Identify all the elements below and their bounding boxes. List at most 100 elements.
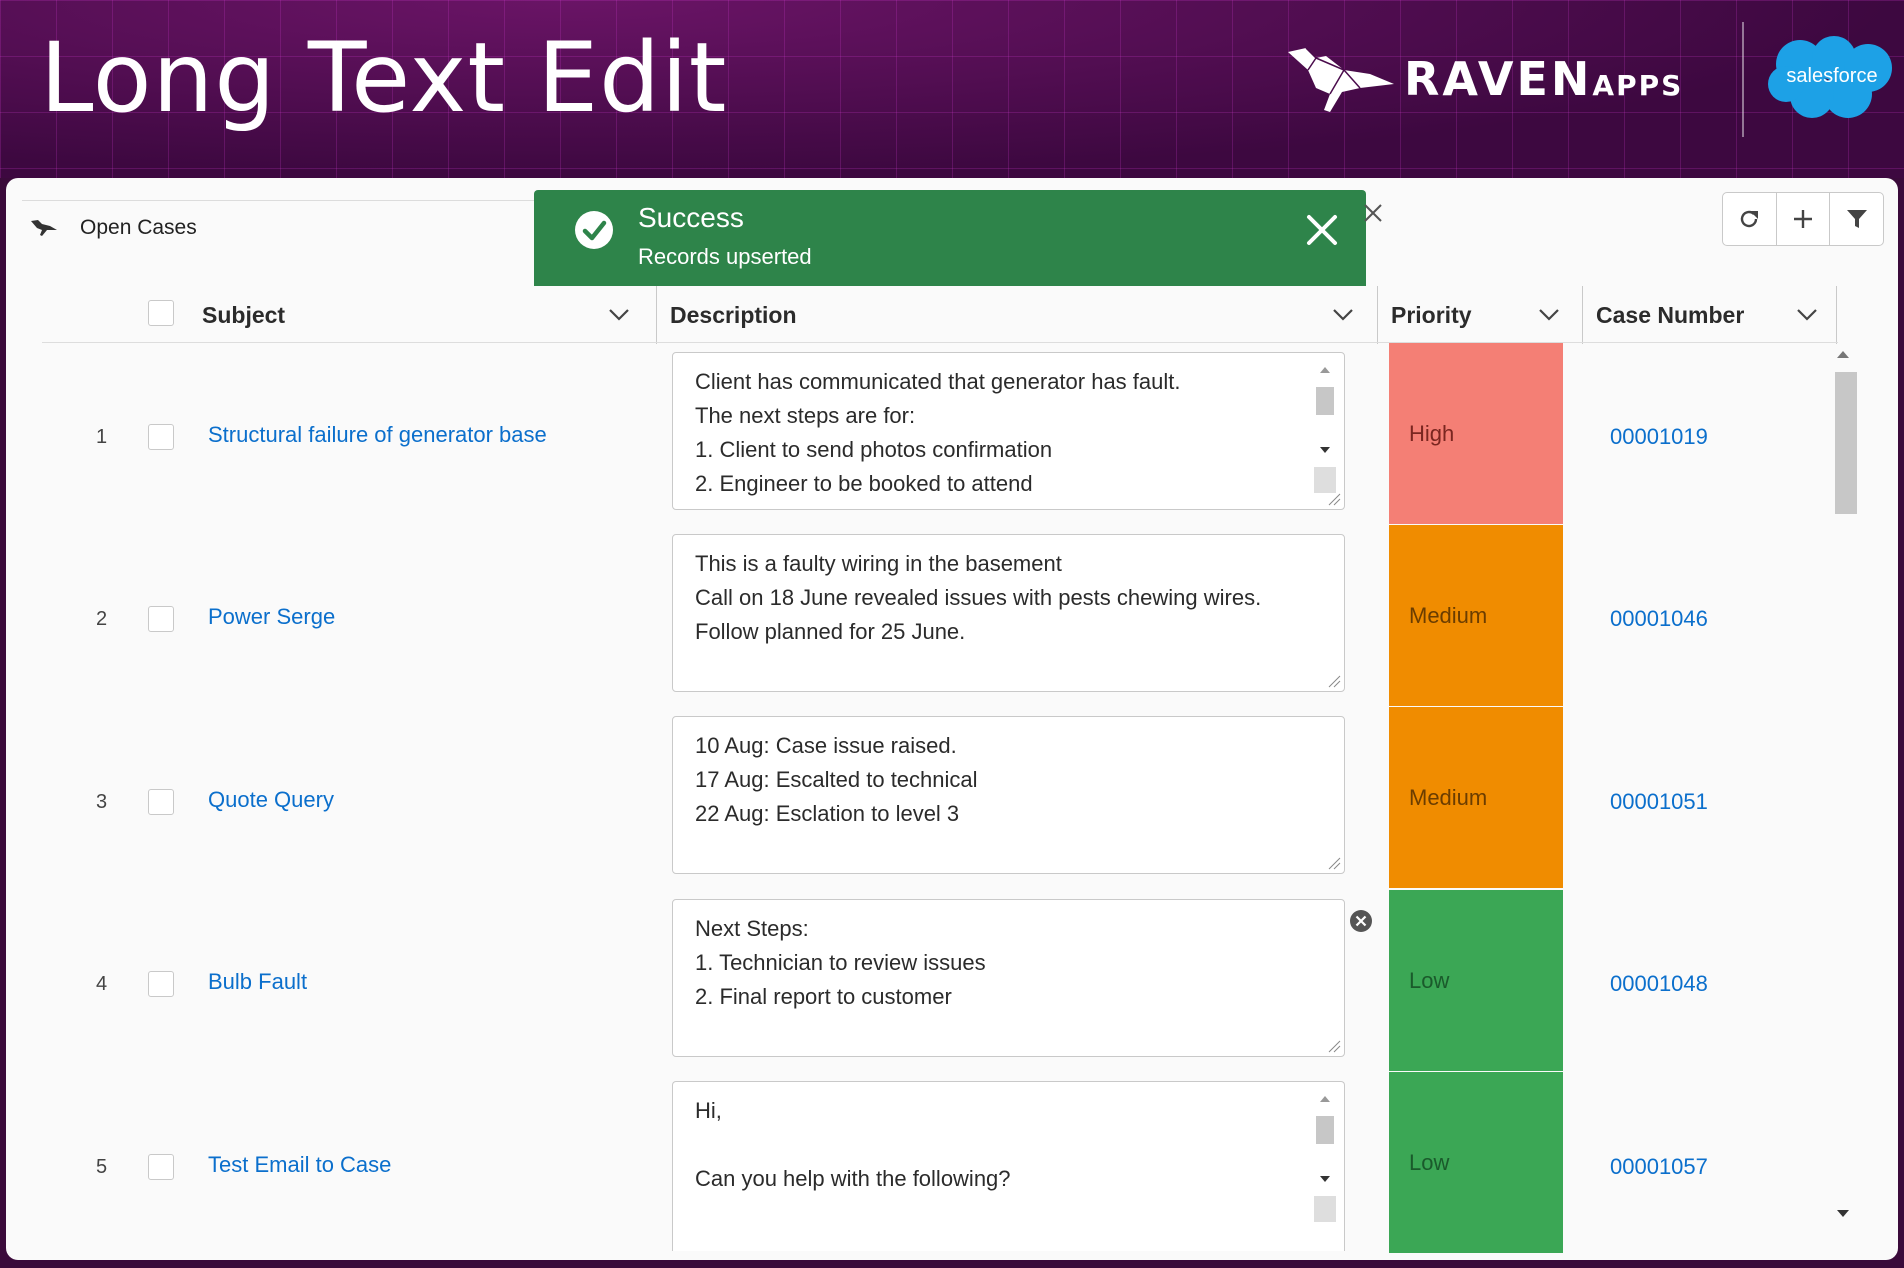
description-textarea[interactable]: Hi, Can you help with the following? — [672, 1081, 1345, 1251]
priority-chevron-down-icon[interactable] — [1538, 308, 1560, 322]
textarea-scrollbar[interactable] — [1314, 359, 1336, 505]
column-header-description[interactable]: Description — [670, 286, 797, 344]
row-number: 3 — [96, 791, 108, 813]
description-line: This is a faulty wiring in the basement — [695, 551, 1062, 576]
list-actions — [1722, 192, 1884, 246]
salesforce-label: salesforce — [1786, 65, 1877, 87]
case-number-link[interactable]: 00001019 — [1610, 424, 1708, 450]
column-header-case-number[interactable]: Case Number — [1596, 286, 1744, 344]
subject-link[interactable]: Structural failure of generator base — [208, 422, 547, 448]
description-textarea[interactable]: Client has communicated that generator h… — [672, 352, 1345, 510]
list-header: Open Cases — [30, 216, 197, 240]
row-number: 2 — [96, 608, 108, 630]
column-header-priority[interactable]: Priority — [1391, 286, 1472, 344]
filter-button[interactable] — [1830, 193, 1883, 245]
refresh-icon — [1741, 210, 1759, 228]
description-line: Can you help with the following? — [695, 1166, 1011, 1191]
subject-link[interactable]: Quote Query — [208, 787, 334, 813]
header-banner: Long Text Edit RAVENAPPS salesforce — [0, 0, 1904, 178]
description-line: 10 Aug: Case issue raised. — [695, 733, 957, 758]
description-line: 1. Client to send photos confirmation — [695, 437, 1053, 462]
case-number-link[interactable]: 00001051 — [1610, 789, 1708, 815]
textarea-scrollbar[interactable] — [1314, 1088, 1336, 1234]
column-header-subject[interactable]: Subject — [202, 286, 285, 344]
resize-handle-icon[interactable] — [1327, 674, 1341, 688]
raven-small-icon — [31, 220, 57, 236]
subject-chevron-down-icon[interactable] — [608, 308, 630, 322]
subject-link[interactable]: Test Email to Case — [208, 1152, 391, 1178]
case-number-link[interactable]: 00001057 — [1610, 1154, 1708, 1180]
subject-link[interactable]: Power Serge — [208, 604, 335, 630]
description-textarea[interactable]: Next Steps: 1. Technician to review issu… — [672, 899, 1345, 1057]
success-toast: Success Records upserted — [534, 190, 1366, 286]
resize-handle-icon[interactable] — [1327, 856, 1341, 870]
salesforce-cloud-logo: salesforce — [1768, 36, 1892, 118]
resize-handle-icon[interactable] — [1327, 492, 1341, 506]
description-line: Follow planned for 25 June. — [695, 619, 966, 644]
list-view-panel: Open Cases Success Records upserted Subj… — [6, 178, 1898, 1260]
row-number: 5 — [96, 1156, 108, 1178]
description-line: Call on 18 June revealed issues with pes… — [695, 585, 1262, 610]
dismiss-close-icon[interactable] — [1362, 202, 1384, 224]
success-check-icon — [575, 211, 613, 249]
case-number-link[interactable]: 00001048 — [1610, 971, 1708, 997]
list-title: Open Cases — [80, 216, 197, 239]
toast-title: Success — [638, 202, 744, 233]
priority-label: Low — [1409, 967, 1450, 993]
case-number-link[interactable]: 00001046 — [1610, 606, 1708, 632]
description-line: 22 Aug: Esclation to level 3 — [695, 801, 960, 826]
refresh-button[interactable] — [1723, 193, 1777, 245]
column-label-subject: Subject — [202, 301, 286, 328]
subject-link[interactable]: Bulb Fault — [208, 969, 307, 995]
table-scrollbar-thumb[interactable] — [1835, 372, 1857, 514]
description-line: 2. Engineer to be booked to attend — [695, 471, 1033, 496]
page-title: Long Text Edit — [40, 22, 728, 134]
priority-cell[interactable]: High — [1389, 343, 1563, 524]
description-line: 17 Aug: Escalted to technical — [695, 767, 978, 792]
priority-cell[interactable]: Low — [1389, 1072, 1563, 1253]
description-line: Next Steps: — [695, 916, 809, 941]
plus-icon — [1794, 210, 1812, 228]
row-number: 4 — [96, 973, 108, 995]
toast-close-icon[interactable] — [1304, 212, 1340, 248]
filter-icon — [1846, 210, 1867, 228]
column-divider — [1377, 286, 1378, 344]
priority-label: Medium — [1409, 784, 1488, 810]
toast-message: Records upserted — [638, 244, 812, 269]
description-line: Hi, — [695, 1098, 722, 1123]
description-line: The next steps are for: — [695, 403, 916, 428]
row-checkbox[interactable] — [148, 606, 174, 632]
description-line — [695, 1128, 1294, 1162]
brand-raven: RAVEN — [1404, 52, 1593, 106]
description-line: 2. Final report to customer — [695, 984, 952, 1009]
priority-cell[interactable]: Medium — [1389, 707, 1563, 888]
add-button[interactable] — [1777, 193, 1831, 245]
description-line: Client has communicated that generator h… — [695, 369, 1181, 394]
ravenapps-wordmark: RAVENAPPS — [1404, 52, 1683, 106]
row-checkbox[interactable] — [148, 1154, 174, 1180]
column-divider — [1836, 286, 1837, 344]
column-divider — [1582, 286, 1583, 344]
resize-handle-icon[interactable] — [1327, 1039, 1341, 1053]
panel-divider — [22, 200, 542, 201]
column-label-description: Description — [670, 301, 797, 328]
row-checkbox[interactable] — [148, 971, 174, 997]
case-number-chevron-down-icon[interactable] — [1796, 308, 1818, 322]
priority-cell[interactable]: Low — [1389, 890, 1563, 1071]
description-line: 1. Technician to review issues — [695, 950, 986, 975]
row-checkbox[interactable] — [148, 424, 174, 450]
clear-field-icon[interactable] — [1348, 908, 1374, 934]
priority-label: Medium — [1409, 602, 1488, 628]
description-textarea[interactable]: This is a faulty wiring in the basement … — [672, 534, 1345, 692]
description-chevron-down-icon[interactable] — [1332, 308, 1354, 322]
priority-cell[interactable]: Medium — [1389, 525, 1563, 706]
brand-apps: APPS — [1592, 69, 1684, 102]
raven-logo-icon — [1288, 47, 1394, 112]
row-checkbox[interactable] — [148, 789, 174, 815]
brand-divider — [1742, 22, 1744, 137]
priority-label: Low — [1409, 1149, 1450, 1175]
priority-label: High — [1409, 420, 1455, 446]
select-all-checkbox[interactable] — [148, 300, 174, 326]
column-label-priority: Priority — [1391, 301, 1472, 328]
description-textarea[interactable]: 10 Aug: Case issue raised. 17 Aug: Escal… — [672, 716, 1345, 874]
